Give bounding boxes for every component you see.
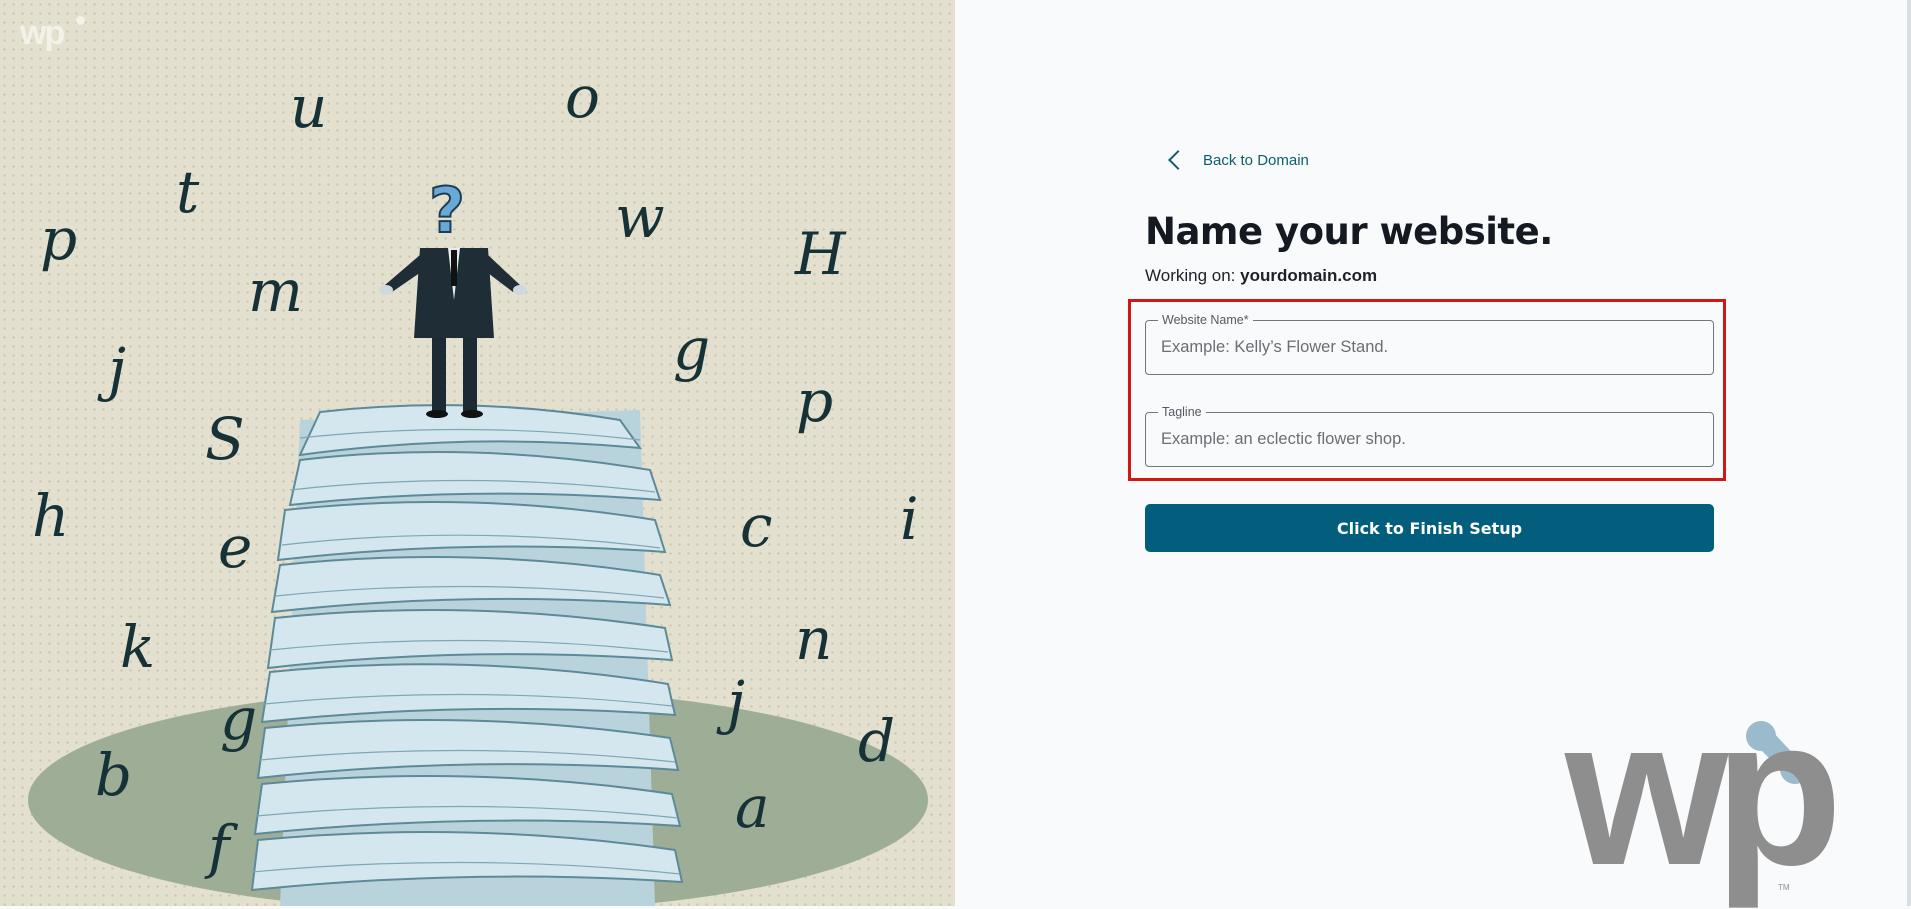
decor-letter: d: [854, 707, 896, 775]
paper-stack: [250, 404, 684, 906]
tagline-field: Tagline: [1145, 404, 1714, 467]
decor-letter: g: [669, 315, 711, 383]
decor-letter: o: [562, 63, 600, 131]
decor-letter: g: [216, 685, 258, 753]
back-to-domain-link[interactable]: Back to Domain: [1167, 148, 1309, 172]
decor-letter: c: [736, 492, 773, 560]
decor-letter: S: [202, 405, 245, 473]
svg-text:?: ?: [429, 174, 465, 247]
working-on-text: Working on: yourdomain.com: [1145, 266, 1377, 286]
decor-letter: f: [204, 813, 230, 881]
tagline-input[interactable]: [1146, 413, 1713, 466]
chevron-left-icon: [1168, 150, 1188, 170]
scrollbar[interactable]: [1907, 0, 1911, 906]
domain-name: yourdomain.com: [1240, 266, 1378, 285]
decor-letter: H: [792, 220, 846, 288]
decor-letter: u: [286, 73, 328, 141]
decor-letter: b: [91, 741, 133, 809]
decor-letter: n: [791, 605, 833, 673]
finish-setup-button[interactable]: Click to Finish Setup: [1145, 504, 1714, 552]
decor-letter: k: [116, 613, 156, 681]
trademark-symbol: TM: [1778, 883, 1790, 892]
wp-logo-text: wp: [1565, 674, 1843, 909]
working-on-prefix: Working on:: [1145, 266, 1241, 285]
decor-letter: j: [105, 335, 126, 403]
decor-letter: p: [792, 367, 834, 435]
hero-wp-logo: wp: [20, 14, 85, 53]
businessman-figure: ?: [379, 173, 527, 418]
decor-letter: t: [172, 158, 200, 226]
website-name-field: Website Name*: [1145, 312, 1714, 375]
decor-letter: e: [214, 513, 253, 581]
decor-letter: p: [36, 205, 78, 273]
website-name-input[interactable]: [1146, 321, 1713, 374]
decor-letter: j: [724, 668, 745, 736]
hero-illustration: ? wp u o p t w H m j g p S h e c i k n j…: [0, 0, 955, 906]
decor-letter: w: [612, 183, 665, 251]
illustration-artwork: ?: [28, 173, 928, 906]
logo-dot: [76, 16, 85, 25]
back-link-label: Back to Domain: [1203, 151, 1309, 169]
decor-letter: i: [897, 485, 919, 553]
decor-letter: m: [245, 257, 303, 325]
decor-letter: a: [732, 773, 770, 841]
decor-letter: h: [28, 482, 70, 550]
page-title: Name your website.: [1145, 210, 1553, 253]
